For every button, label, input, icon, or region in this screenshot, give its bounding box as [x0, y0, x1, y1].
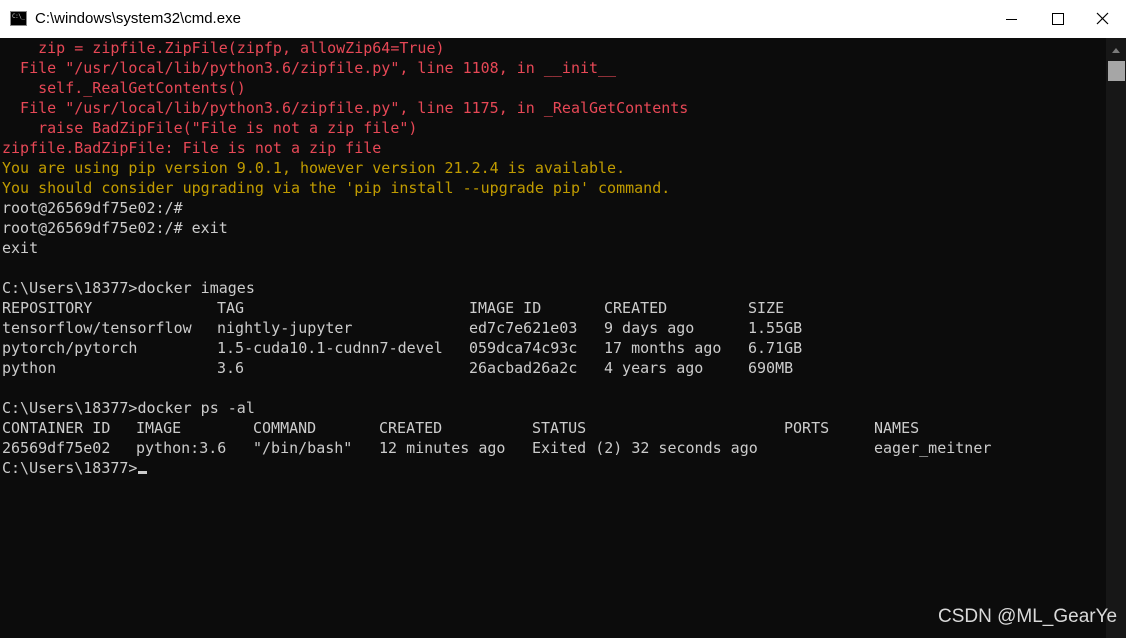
column-header: NAMES: [874, 419, 920, 437]
minimize-icon: [1006, 19, 1017, 20]
table-cell: 1.55GB: [748, 319, 803, 337]
table-row: tensorflow/tensorflow nightly-jupyter ed…: [2, 318, 1102, 338]
column-header: COMMAND: [253, 419, 317, 437]
terminal-line: root@26569df75e02:/# exit: [2, 219, 228, 237]
column-header: SIZE: [748, 299, 785, 317]
table-cell: 690MB: [748, 359, 794, 377]
close-button[interactable]: [1080, 0, 1126, 38]
terminal-line: You should consider upgrading via the 'p…: [2, 179, 671, 197]
table-row: python 3.6 26acbad26a2c 4 years ago 690M…: [2, 358, 1102, 378]
table-cell: 1.5-cuda10.1-cudnn7-devel: [217, 339, 443, 357]
table-row: pytorch/pytorch 1.5-cuda10.1-cudnn7-deve…: [2, 338, 1102, 358]
terminal-line: C:\Users\18377>docker ps -al: [2, 399, 255, 417]
maximize-button[interactable]: [1034, 0, 1080, 38]
column-header: CONTAINER ID: [2, 419, 111, 437]
scrollbar-thumb[interactable]: [1108, 61, 1125, 81]
table-cell: 12 minutes ago: [379, 439, 506, 457]
terminal-line: File "/usr/local/lib/python3.6/zipfile.p…: [2, 59, 617, 77]
vertical-scrollbar[interactable]: [1106, 38, 1126, 638]
terminal-line: You are using pip version 9.0.1, however…: [2, 159, 626, 177]
table-cell: python:3.6: [136, 439, 227, 457]
terminal-output[interactable]: zip = zipfile.ZipFile(zipfp, allowZip64=…: [0, 38, 1106, 638]
column-header: TAG: [217, 299, 245, 317]
column-header: STATUS: [532, 419, 587, 437]
text-cursor: [138, 471, 148, 474]
table-row: 26569df75e02 python:3.6 "/bin/bash" 12 m…: [2, 438, 1102, 458]
maximize-icon: [1052, 13, 1064, 25]
command-prompt-line[interactable]: C:\Users\18377>: [2, 458, 148, 478]
cmd-icon[interactable]: C:\_: [10, 11, 27, 26]
table-cell: 4 years ago: [604, 359, 704, 377]
table-cell: pytorch/pytorch: [2, 339, 138, 357]
terminal-line: C:\Users\18377>docker images: [2, 279, 255, 297]
minimize-button[interactable]: [988, 0, 1034, 38]
column-header: PORTS: [784, 419, 830, 437]
table-cell: tensorflow/tensorflow: [2, 319, 192, 337]
scroll-up-icon[interactable]: [1112, 48, 1120, 53]
watermark: CSDN @ML_GearYe: [938, 606, 1118, 627]
table-cell: 17 months ago: [604, 339, 722, 357]
table-cell: 9 days ago: [604, 319, 695, 337]
table-cell: 6.71GB: [748, 339, 803, 357]
column-header: REPOSITORY: [2, 299, 93, 317]
window-title: C:\windows\system32\cmd.exe: [35, 10, 241, 27]
terminal-line: root@26569df75e02:/#: [2, 199, 183, 217]
terminal-line: File "/usr/local/lib/python3.6/zipfile.p…: [2, 99, 689, 117]
table-cell: 26569df75e02: [2, 439, 111, 457]
terminal-line: zip = zipfile.ZipFile(zipfp, allowZip64=…: [2, 39, 445, 57]
table-cell: 26acbad26a2c: [469, 359, 578, 377]
close-icon: [1096, 12, 1109, 25]
table-cell: python: [2, 359, 57, 377]
images-table-header: REPOSITORY TAG IMAGE ID CREATED SIZE: [2, 298, 1102, 318]
command-prompt: C:\Users\18377>: [2, 459, 138, 477]
terminal-line: self._RealGetContents(): [2, 79, 246, 97]
terminal-line: raise BadZipFile("File is not a zip file…: [2, 119, 418, 137]
ps-table-header: CONTAINER ID IMAGE COMMAND CREATED STATU…: [2, 418, 1102, 438]
table-cell: Exited (2) 32 seconds ago: [532, 439, 758, 457]
column-header: CREATED: [379, 419, 443, 437]
column-header: IMAGE ID: [469, 299, 542, 317]
terminal-line: zipfile.BadZipFile: File is not a zip fi…: [2, 139, 382, 157]
cmd-icon-label: C:\_: [12, 13, 25, 20]
table-cell: nightly-jupyter: [217, 319, 353, 337]
table-cell: "/bin/bash": [253, 439, 353, 457]
table-cell: ed7c7e621e03: [469, 319, 578, 337]
column-header: IMAGE: [136, 419, 182, 437]
table-cell: 059dca74c93c: [469, 339, 578, 357]
table-cell: eager_meitner: [874, 439, 992, 457]
terminal-line: exit: [2, 239, 39, 257]
title-bar[interactable]: C:\_ C:\windows\system32\cmd.exe: [0, 0, 1126, 38]
column-header: CREATED: [604, 299, 668, 317]
table-cell: 3.6: [217, 359, 245, 377]
